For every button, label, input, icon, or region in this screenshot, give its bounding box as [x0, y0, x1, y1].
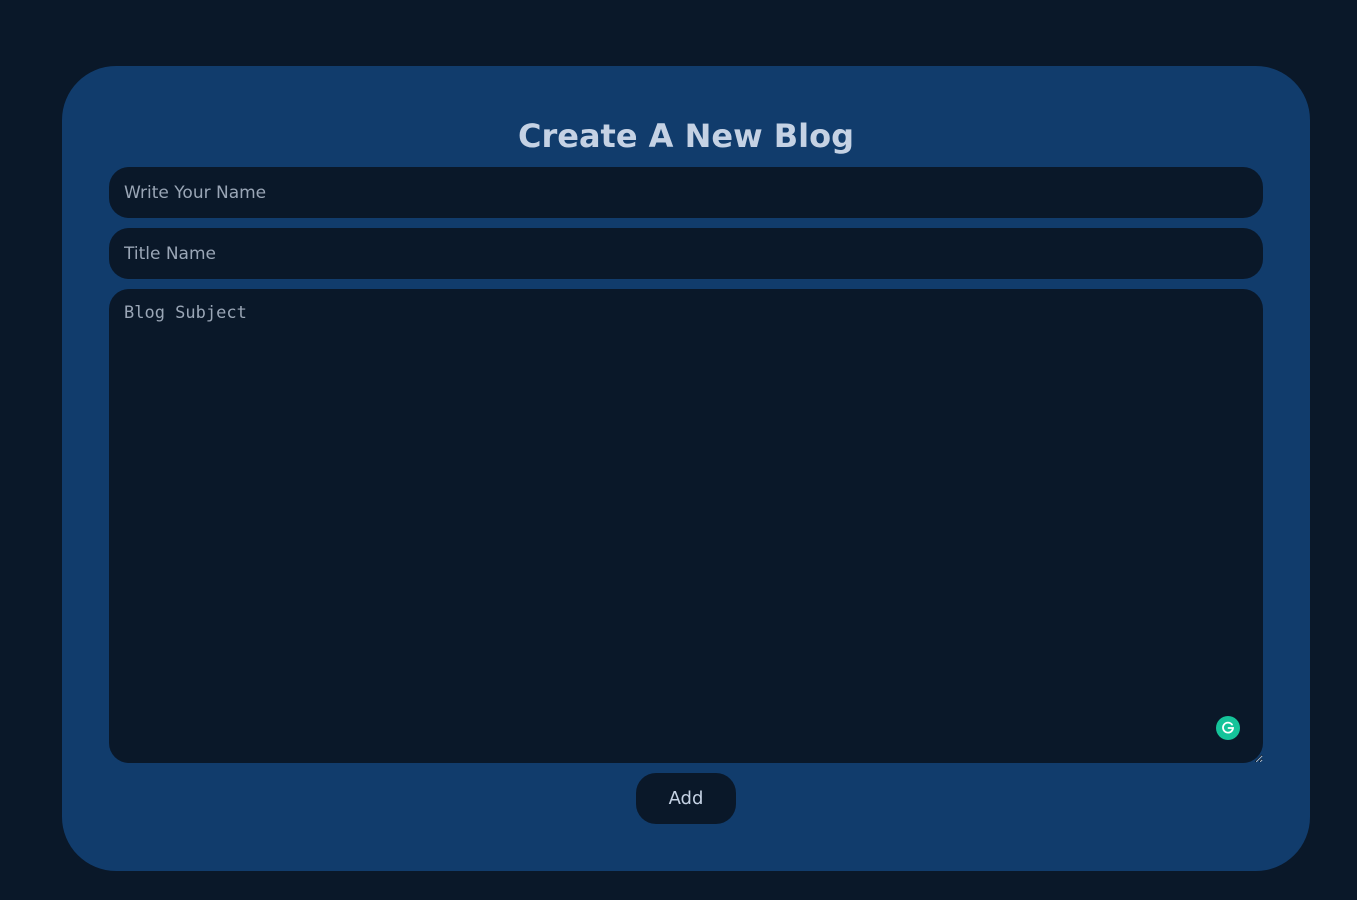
title-input[interactable] — [109, 228, 1263, 279]
grammarly-icon[interactable] — [1216, 716, 1240, 740]
add-button[interactable]: Add — [636, 773, 736, 824]
blog-subject-textarea[interactable] — [109, 289, 1263, 763]
page-title: Create A New Blog — [517, 117, 855, 155]
name-input[interactable] — [109, 167, 1263, 218]
